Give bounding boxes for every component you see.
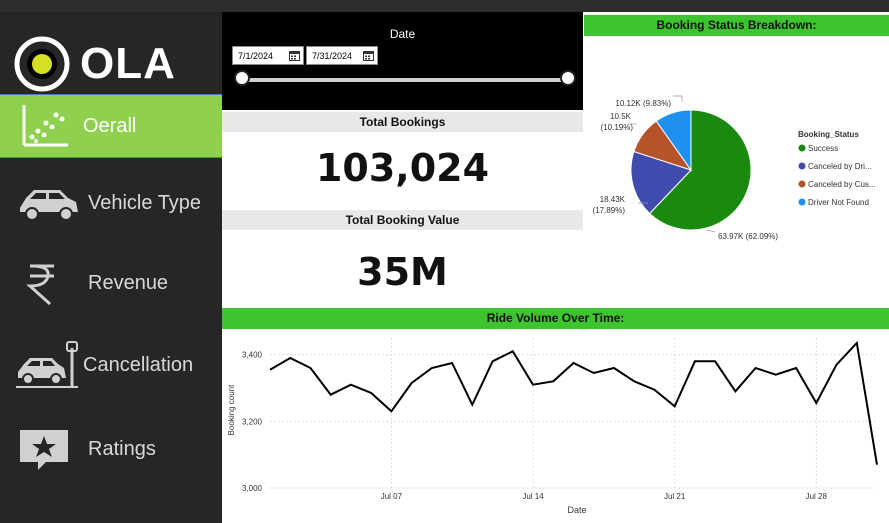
- star-chat-icon: [20, 430, 68, 470]
- date-slicer-title: Date: [389, 27, 416, 41]
- pie-label-canceled-customer: 10.5K: [610, 112, 632, 121]
- sidebar-item-label: Oerall: [83, 114, 137, 137]
- legend-marker-success: [798, 144, 806, 152]
- start-date-input[interactable]: 7/1/2024: [232, 46, 304, 65]
- date-range-slider-track[interactable]: [242, 78, 568, 82]
- ride-volume-series-line: [269, 340, 878, 465]
- pie-chart-title: Booking Status Breakdown:: [584, 15, 889, 36]
- pie-legend: Success Canceled by Dri... Canceled by C…: [798, 144, 876, 207]
- ola-logo: OLA: [14, 36, 176, 92]
- sidebar-item-label: Ratings: [88, 437, 156, 460]
- parked-car-icon: [16, 341, 78, 388]
- total-booking-value-label: Total Booking Value: [222, 210, 583, 230]
- legend-marker-canceled-customer: [798, 180, 806, 188]
- sidebar: OLA Oerall Vehicle Type Revenue Cancella…: [0, 12, 222, 523]
- y-tick-labels: 3,000 3,200 3,400: [242, 351, 263, 493]
- x-tick-label: Jul 07: [381, 492, 403, 501]
- ola-logo-icon: [14, 36, 70, 92]
- legend-title: Booking_Status: [798, 130, 859, 139]
- pie-slices: [630, 109, 752, 231]
- y-axis-label: Booking count: [227, 384, 236, 435]
- pie-label-success: 63.97K (62.09%): [718, 232, 778, 241]
- date-range-end-handle[interactable]: [560, 70, 576, 86]
- rupee-icon: [26, 264, 54, 306]
- legend-marker-driver-not-found: [798, 198, 806, 206]
- date-range-start-handle[interactable]: [234, 70, 250, 86]
- sidebar-item-revenue[interactable]: Revenue: [0, 252, 222, 314]
- sidebar-item-label: Revenue: [88, 271, 169, 294]
- calendar-icon[interactable]: [363, 50, 374, 61]
- sidebar-item-vehicle-type[interactable]: Vehicle Type: [0, 172, 222, 234]
- x-tick-label: Jul 28: [806, 492, 828, 501]
- booking-status-pie-chart: 63.97K (62.09%) 18.43K (17.89%) 10.5K (1…: [593, 95, 876, 241]
- y-tick-label: 3,400: [242, 351, 263, 360]
- sidebar-item-cancellation[interactable]: Cancellation: [0, 334, 222, 396]
- date-slicer: Date 7/1/2024 7/31/2024: [222, 12, 583, 110]
- y-tick-label: 3,200: [242, 417, 263, 426]
- x-tick-label: Jul 21: [664, 492, 686, 501]
- sidebar-item-label: Vehicle Type: [88, 191, 202, 214]
- legend-item-success[interactable]: Success: [808, 144, 838, 153]
- end-date-value: 7/31/2024: [312, 50, 353, 61]
- pie-label-driver-not-found: 10.12K (9.83%): [615, 99, 671, 108]
- pie-label-canceled-driver-pct: (17.89%): [593, 206, 626, 215]
- legend-item-canceled-customer[interactable]: Canceled by Cus...: [808, 180, 876, 189]
- pie-label-canceled-driver: 18.43K: [600, 195, 626, 204]
- total-booking-value-value: 35M: [357, 250, 448, 294]
- scatter-chart-icon: [22, 105, 68, 147]
- legend-item-canceled-driver[interactable]: Canceled by Dri...: [808, 162, 872, 171]
- total-bookings-value: 103,024: [315, 146, 490, 190]
- ride-volume-line-chart: 3,000 3,200 3,400 Jul 07 Jul 14 Jul 21 Jul 28…: [227, 338, 878, 515]
- car-icon: [20, 190, 78, 221]
- sidebar-item-overall[interactable]: Oerall: [0, 94, 222, 158]
- end-date-input[interactable]: 7/31/2024: [306, 46, 378, 65]
- pie-label-canceled-customer-pct: (10.19%): [601, 123, 634, 132]
- legend-marker-canceled-driver: [798, 162, 806, 170]
- line-chart-title: Ride Volume Over Time:: [222, 308, 889, 329]
- x-tick-labels: Jul 07 Jul 14 Jul 21 Jul 28: [381, 492, 828, 501]
- sidebar-item-ratings[interactable]: Ratings: [0, 418, 222, 480]
- sidebar-item-label: Cancellation: [83, 353, 194, 376]
- total-bookings-label: Total Bookings: [222, 112, 583, 132]
- legend-item-driver-not-found[interactable]: Driver Not Found: [808, 198, 869, 207]
- x-axis-label: Date: [567, 505, 586, 515]
- x-tick-label: Jul 14: [522, 492, 544, 501]
- window-top-bar: [0, 0, 889, 12]
- y-tick-label: 3,000: [242, 484, 263, 493]
- start-date-value: 7/1/2024: [238, 50, 274, 61]
- calendar-icon[interactable]: [289, 50, 300, 61]
- line-grid: [270, 338, 877, 489]
- brand-name: OLA: [80, 39, 176, 88]
